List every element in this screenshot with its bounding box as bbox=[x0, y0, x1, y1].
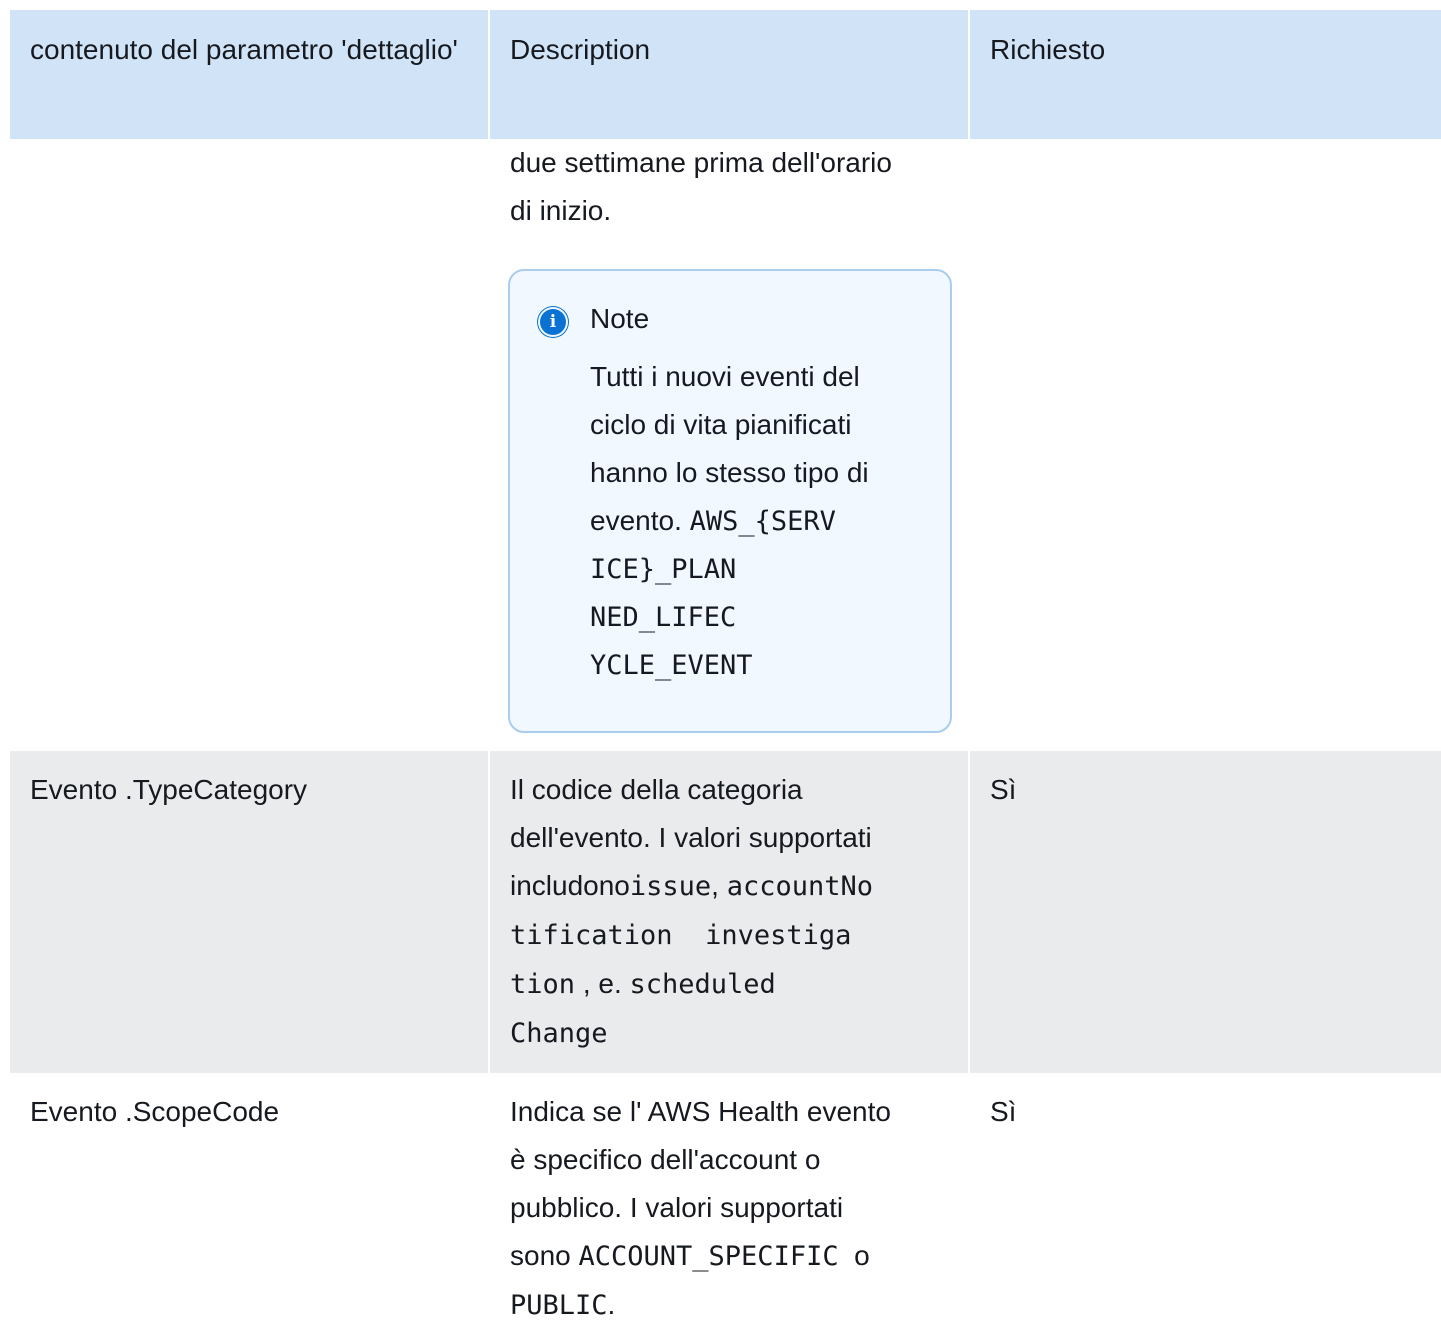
description-line: Indica se l' AWS Health evento bbox=[510, 1096, 891, 1127]
cell-name: Evento .TypeCategory bbox=[10, 751, 488, 1073]
description-text: o bbox=[854, 1240, 870, 1271]
header-cell-required: Richiesto bbox=[970, 10, 1441, 139]
note-title: Note bbox=[590, 303, 650, 334]
note-box: i Note Tutti i nuovi eventi del ciclo di… bbox=[508, 269, 952, 733]
code-scheduled-change: scheduled bbox=[629, 969, 776, 1000]
table-row: Evento .ScopeCode Indica se l' AWS Healt… bbox=[10, 1073, 1441, 1338]
table-row: Evento .TypeCategory Il codice della cat… bbox=[10, 751, 1441, 1073]
note-body: Tutti i nuovi eventi del ciclo di vita p… bbox=[590, 353, 920, 690]
table-header-row: contenuto del parametro 'dettaglio' Desc… bbox=[10, 10, 1441, 139]
separator: , bbox=[711, 870, 719, 901]
cell-required: Sì bbox=[970, 1073, 1441, 1338]
header-cell-detail-content: contenuto del parametro 'dettaglio' bbox=[10, 10, 488, 139]
table-row: due settimane prima dell'orario di inizi… bbox=[10, 139, 1441, 751]
description-line: è specifico dell'account o bbox=[510, 1144, 821, 1175]
separator: , e. bbox=[582, 968, 622, 999]
note-title-row: i Note bbox=[540, 295, 930, 343]
code-investigation: investiga bbox=[705, 920, 852, 951]
description-line: due settimane prima dell'orario bbox=[510, 147, 892, 178]
description-line: tion , e. scheduled bbox=[510, 960, 948, 1009]
note-body-line: ciclo di vita pianificati bbox=[590, 409, 852, 440]
description-text: . bbox=[607, 1289, 616, 1320]
parameter-table: contenuto del parametro 'dettaglio' Desc… bbox=[10, 10, 1441, 1338]
cell-description: due settimane prima dell'orario di inizi… bbox=[490, 139, 968, 751]
header-cell-description: Description bbox=[490, 10, 968, 139]
description-line: di inizio. bbox=[510, 195, 612, 226]
description-line: includonoissue, accountNo bbox=[510, 862, 948, 911]
description-line: pubblico. I valori supportati bbox=[510, 1192, 844, 1223]
event-type-code: AWS_{SERV bbox=[689, 506, 836, 537]
cell-required bbox=[970, 139, 1441, 751]
cell-name bbox=[10, 139, 488, 751]
cell-required: Sì bbox=[970, 751, 1441, 1073]
description-text: includono bbox=[510, 870, 630, 901]
description-line: tification investiga bbox=[510, 911, 948, 960]
code-account-specific: ACCOUNT_SPECIFIC bbox=[578, 1241, 839, 1272]
description-line: PUBLIC. bbox=[510, 1281, 948, 1330]
description-line: Il codice della categoria bbox=[510, 774, 803, 805]
description-line: dell'evento. I valori supportati bbox=[510, 822, 872, 853]
note-body-line: Tutti i nuovi eventi del bbox=[590, 361, 860, 392]
event-type-code: ICE}_PLAN bbox=[590, 554, 737, 585]
cell-name: Evento .ScopeCode bbox=[10, 1073, 488, 1338]
note-body-line: hanno lo stesso tipo di bbox=[590, 457, 869, 488]
code-account-notification: tification bbox=[510, 920, 673, 951]
code-account-notification: accountNo bbox=[726, 871, 874, 902]
description-text: sono bbox=[510, 1240, 571, 1271]
note-body-line: evento. AWS_{SERV bbox=[590, 497, 920, 546]
code-issue: issue bbox=[629, 871, 712, 902]
code-investigation: tion bbox=[510, 969, 576, 1000]
description-line: Change bbox=[510, 1009, 948, 1058]
code-scheduled-change: Change bbox=[510, 1018, 608, 1049]
event-type-code: YCLE_EVENT bbox=[590, 650, 753, 681]
cell-description: Indica se l' AWS Health evento è specifi… bbox=[490, 1073, 968, 1338]
code-public: PUBLIC bbox=[510, 1290, 608, 1321]
cell-description: Il codice della categoria dell'evento. I… bbox=[490, 751, 968, 1073]
description-line: sono ACCOUNT_SPECIFIC o bbox=[510, 1232, 948, 1281]
info-icon: i bbox=[540, 309, 566, 335]
event-type-code: NED_LIFEC bbox=[590, 602, 737, 633]
note-body-text: evento. bbox=[590, 505, 682, 536]
